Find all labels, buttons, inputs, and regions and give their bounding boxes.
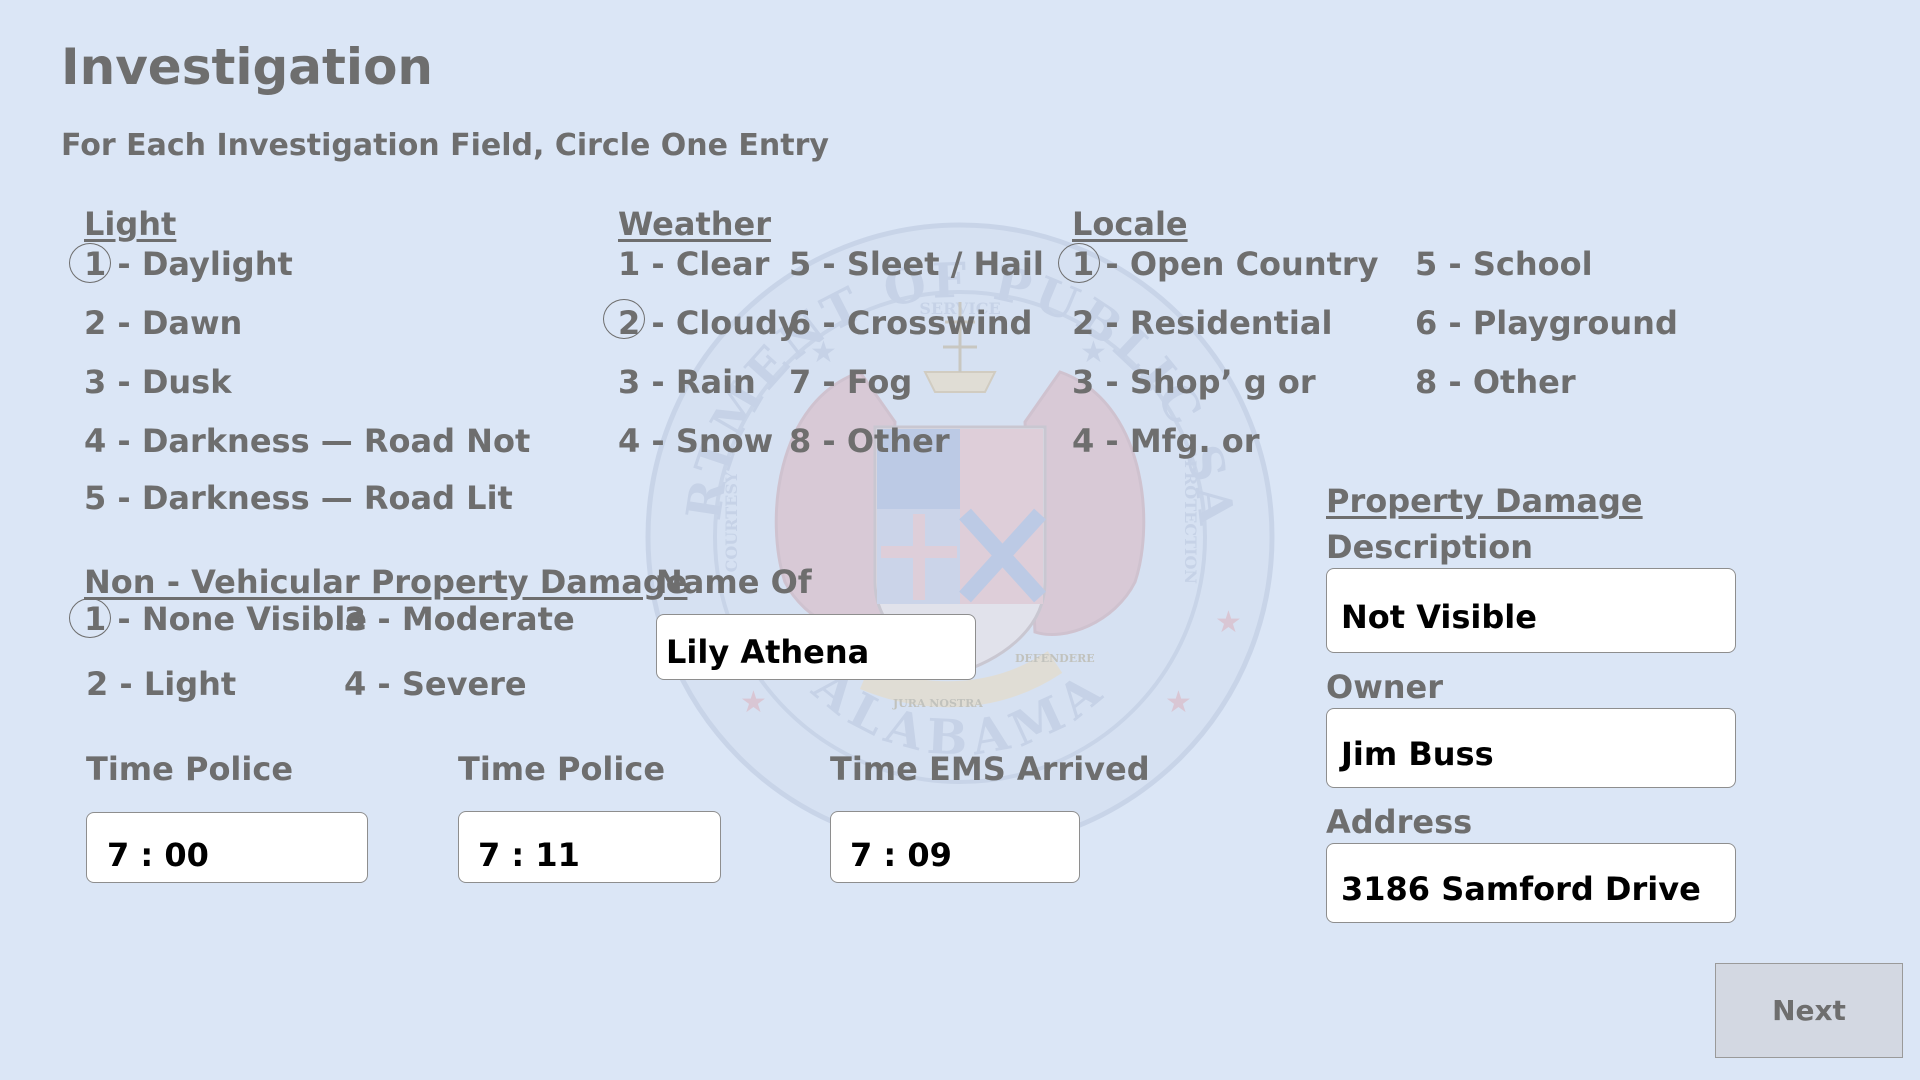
address-label: Address [1326,803,1473,841]
time-police-1-label: Time Police [86,750,294,788]
locale-option-1[interactable]: 1 - Open Country [1072,245,1379,283]
time-ems-arrived-field[interactable]: 7 : 09 [830,811,1080,883]
owner-field[interactable]: Jim Buss [1326,708,1736,788]
svg-text:COURTESY: COURTESY [722,471,741,572]
light-option-3[interactable]: 3 - Dusk [84,363,232,401]
time-police-2-label: Time Police [458,750,666,788]
light-option-4[interactable]: 4 - Darkness — Road Not [84,422,530,460]
svg-text:JURA NOSTRA: JURA NOSTRA [892,697,983,710]
svg-text:★: ★ [1215,605,1242,640]
time-police-1-field[interactable]: 7 : 00 [86,812,368,883]
weather-option-6[interactable]: 6 - Crosswind [789,304,1032,342]
next-button[interactable]: Next [1715,963,1903,1058]
description-field[interactable]: Not Visible [1326,568,1736,653]
svg-text:★: ★ [1165,685,1192,720]
svg-text:★: ★ [740,685,767,720]
name-of-value: Lily Athena [666,633,870,671]
page-title: Investigation [61,38,434,96]
page-subtitle: For Each Investigation Field, Circle One… [61,128,829,163]
svg-text:PROTECTION: PROTECTION [1181,460,1200,584]
time-police-2-value: 7 : 11 [478,836,580,874]
description-value: Not Visible [1341,598,1537,636]
address-field[interactable]: 3186 Samford Drive [1326,843,1736,923]
light-option-2[interactable]: 2 - Dawn [84,304,242,342]
light-option-1[interactable]: 1 - Daylight [84,245,293,283]
name-of-field[interactable]: Lily Athena [656,614,976,680]
locale-option-3[interactable]: 3 - Shop’ g or [1072,363,1316,401]
weather-header: Weather [618,205,772,243]
name-of-label: Name Of [656,563,812,601]
non-vehicular-option-1[interactable]: 1 - None Visible [84,600,367,638]
weather-option-7[interactable]: 7 - Fog [789,363,912,401]
svg-text:DEFENDERE: DEFENDERE [1015,652,1095,665]
locale-option-6[interactable]: 6 - Playground [1415,304,1678,342]
weather-option-5[interactable]: 5 - Sleet / Hail [789,245,1044,283]
weather-option-1[interactable]: 1 - Clear [618,245,769,283]
owner-label: Owner [1326,668,1444,706]
light-option-5[interactable]: 5 - Darkness — Road Lit [84,479,513,517]
property-damage-header: Property Damage [1326,482,1643,520]
locale-option-2[interactable]: 2 - Residential [1072,304,1332,342]
locale-option-4[interactable]: 4 - Mfg. or [1072,422,1260,460]
weather-option-4[interactable]: 4 - Snow [618,422,773,460]
address-value: 3186 Samford Drive [1341,870,1701,908]
weather-option-3[interactable]: 3 - Rain [618,363,756,401]
description-label: Description [1326,528,1533,566]
non-vehicular-option-3[interactable]: 3 - Moderate [344,600,575,638]
time-police-2-field[interactable]: 7 : 11 [458,811,721,883]
weather-option-8[interactable]: 8 - Other [789,422,950,460]
locale-option-5[interactable]: 5 - School [1415,245,1593,283]
non-vehicular-option-2[interactable]: 2 - Light [86,665,236,703]
time-ems-arrived-value: 7 : 09 [850,836,952,874]
non-vehicular-header: Non - Vehicular Property Damage [84,563,688,601]
locale-header: Locale [1072,205,1188,243]
locale-option-8[interactable]: 8 - Other [1415,363,1576,401]
time-ems-arrived-label: Time EMS Arrived [830,750,1150,788]
time-police-1-value: 7 : 00 [107,836,209,874]
non-vehicular-option-4[interactable]: 4 - Severe [344,665,527,703]
owner-value: Jim Buss [1341,735,1494,773]
weather-option-2[interactable]: 2 - Cloudy [618,304,799,342]
light-header: Light [84,205,177,243]
